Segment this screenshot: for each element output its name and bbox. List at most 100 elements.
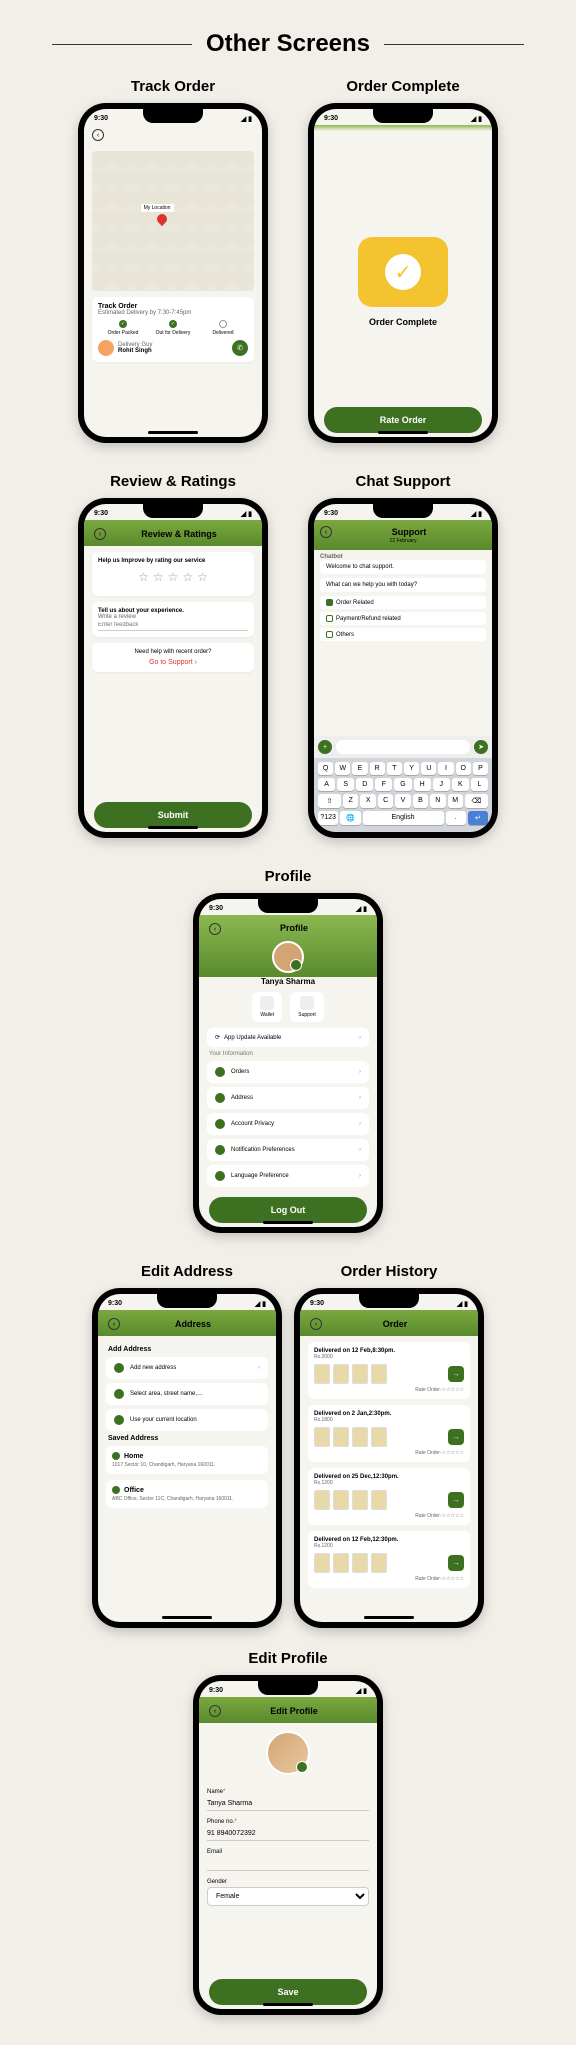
phone-complete: 9:30◢ ▮ ✓ Order Complete Rate Order	[308, 103, 498, 443]
checkbox-icon	[326, 631, 333, 638]
rate-order-link[interactable]: Rate Order-☆☆☆☆☆	[314, 1450, 464, 1456]
chat-date: 12 February	[390, 538, 417, 544]
screen-label-profile: Profile	[265, 868, 312, 885]
product-thumb	[371, 1553, 387, 1573]
screen-label-chat: Chat Support	[356, 473, 451, 490]
attach-button[interactable]: +	[318, 740, 332, 754]
app-update-row[interactable]: ⟳App Update Available›	[207, 1028, 369, 1047]
add-new-address-row[interactable]: Add new address›	[106, 1357, 268, 1379]
home-address-card[interactable]: Home 1017 Sector 10, Chandigarh, Haryana…	[106, 1446, 268, 1474]
step-dot-delivered	[219, 320, 227, 328]
step-dot-packed: ✓	[119, 320, 127, 328]
name-input[interactable]	[207, 1797, 369, 1811]
language-row[interactable]: Language Preference›	[207, 1165, 369, 1187]
product-thumb	[333, 1490, 349, 1510]
reorder-button[interactable]: →	[448, 1429, 464, 1445]
reorder-button[interactable]: →	[448, 1366, 464, 1382]
order-price: Rs.2000	[314, 1354, 464, 1360]
chat-option-order[interactable]: Order Related	[320, 596, 486, 609]
phone-review: 9:30◢ ▮ ‹ Review & Ratings Help us Impro…	[78, 498, 268, 838]
gender-select[interactable]: Female	[207, 1887, 369, 1906]
rating-prompt: Help us Improve by rating our service	[98, 558, 248, 564]
select-area-row[interactable]: Select area, street name,…	[106, 1383, 268, 1405]
support-link[interactable]: Go to Support ›	[98, 659, 248, 666]
order-price: Rs.1200	[314, 1480, 464, 1486]
support-icon	[300, 996, 314, 1010]
order-item[interactable]: Delivered on 12 Feb,8:30pm. Rs.2000 → Ra…	[308, 1342, 470, 1399]
wallet-button[interactable]: Wallet	[252, 992, 282, 1022]
product-thumb	[352, 1490, 368, 1510]
order-item[interactable]: Delivered on 12 Feb,12:30pm. Rs.1200 → R…	[308, 1531, 470, 1588]
orders-row[interactable]: Orders›	[207, 1061, 369, 1083]
star-rating[interactable]: ☆☆☆☆☆	[98, 570, 248, 584]
save-button[interactable]: Save	[209, 1979, 367, 2005]
back-icon[interactable]: ‹	[92, 129, 104, 141]
header-title: Review & Ratings	[106, 529, 252, 539]
support-button[interactable]: Support	[290, 992, 324, 1022]
order-price: Rs.1800	[314, 1417, 464, 1423]
header-title: Profile	[221, 923, 367, 935]
privacy-row[interactable]: Account Privacy›	[207, 1113, 369, 1135]
profile-picture[interactable]	[266, 1731, 310, 1775]
order-item[interactable]: Delivered on 25 Dec,12:30pm. Rs.1200 → R…	[308, 1468, 470, 1525]
product-thumb	[333, 1427, 349, 1447]
track-eta: Estimated Delivery by 7:30-7:45pm	[98, 310, 248, 316]
product-thumb	[314, 1427, 330, 1447]
submit-button[interactable]: Submit	[94, 802, 252, 828]
rate-order-button[interactable]: Rate Order	[324, 407, 482, 433]
chat-message: Welcome to chat support.	[320, 560, 486, 574]
reorder-button[interactable]: →	[448, 1492, 464, 1508]
phone-input[interactable]	[207, 1827, 369, 1841]
screen-label-track: Track Order	[131, 78, 215, 95]
back-icon[interactable]: ‹	[209, 1705, 221, 1717]
chat-message: What can we help you with today?	[320, 578, 486, 592]
office-address-card[interactable]: Office ABC Office, Sector 11C, Chandigar…	[106, 1480, 268, 1508]
product-thumb	[314, 1553, 330, 1573]
phone-label: Phone no.*	[207, 1819, 369, 1825]
chat-input-bar: + ➤	[314, 736, 492, 758]
back-icon[interactable]: ‹	[310, 1318, 322, 1330]
reorder-button[interactable]: →	[448, 1555, 464, 1571]
call-button[interactable]: ✆	[232, 340, 248, 356]
product-thumb	[371, 1427, 387, 1447]
order-item[interactable]: Delivered on 2 Jan,2:30pm. Rs.1800 → Rat…	[308, 1405, 470, 1462]
rate-order-link[interactable]: Rate Order-☆☆☆☆☆	[314, 1513, 464, 1519]
address-row[interactable]: Address›	[207, 1087, 369, 1109]
star-icon[interactable]: ☆	[197, 570, 208, 584]
profile-avatar[interactable]	[272, 941, 304, 973]
back-icon[interactable]: ‹	[320, 526, 332, 538]
email-input[interactable]	[207, 1857, 369, 1871]
rate-order-link[interactable]: Rate Order-☆☆☆☆☆	[314, 1576, 464, 1582]
edit-badge-icon	[290, 959, 302, 971]
check-icon: ✓	[385, 254, 421, 290]
map[interactable]: My Location	[92, 151, 254, 291]
page-title: Other Screens	[0, 30, 576, 58]
back-icon[interactable]: ‹	[209, 923, 221, 935]
star-icon[interactable]: ☆	[182, 570, 193, 584]
back-icon[interactable]: ‹	[94, 528, 106, 540]
screen-label-address: Edit Address	[141, 1263, 233, 1280]
checkbox-icon	[326, 599, 333, 606]
logout-button[interactable]: Log Out	[209, 1197, 367, 1223]
keyboard[interactable]: QWERTYUIOP ASDFGHJKL ⇧ZXCVBNM⌫ ?123🌐Engl…	[314, 758, 492, 832]
screen-label-editprofile: Edit Profile	[248, 1650, 327, 1667]
rate-order-link[interactable]: Rate Order-☆☆☆☆☆	[314, 1387, 464, 1393]
order-price: Rs.1200	[314, 1543, 464, 1549]
delivery-avatar	[98, 340, 114, 356]
chat-option-others[interactable]: Others	[320, 628, 486, 641]
star-icon[interactable]: ☆	[153, 570, 164, 584]
chat-option-payment[interactable]: Payment/Refund related	[320, 612, 486, 625]
office-address-text: ABC Office, Sector 11C, Chandigarh, Hary…	[112, 1496, 262, 1502]
product-thumb	[371, 1364, 387, 1384]
use-location-row[interactable]: Use your current location	[106, 1409, 268, 1431]
notifications-row[interactable]: Notification Preferences›	[207, 1139, 369, 1161]
product-thumb	[333, 1553, 349, 1573]
spacebar[interactable]: English	[363, 811, 444, 825]
back-icon[interactable]: ‹	[108, 1318, 120, 1330]
star-icon[interactable]: ☆	[138, 570, 149, 584]
feedback-input[interactable]	[98, 620, 248, 631]
star-icon[interactable]: ☆	[168, 570, 179, 584]
step-label: Out for Delivery	[156, 330, 191, 336]
message-input[interactable]	[336, 740, 470, 754]
send-button[interactable]: ➤	[474, 740, 488, 754]
